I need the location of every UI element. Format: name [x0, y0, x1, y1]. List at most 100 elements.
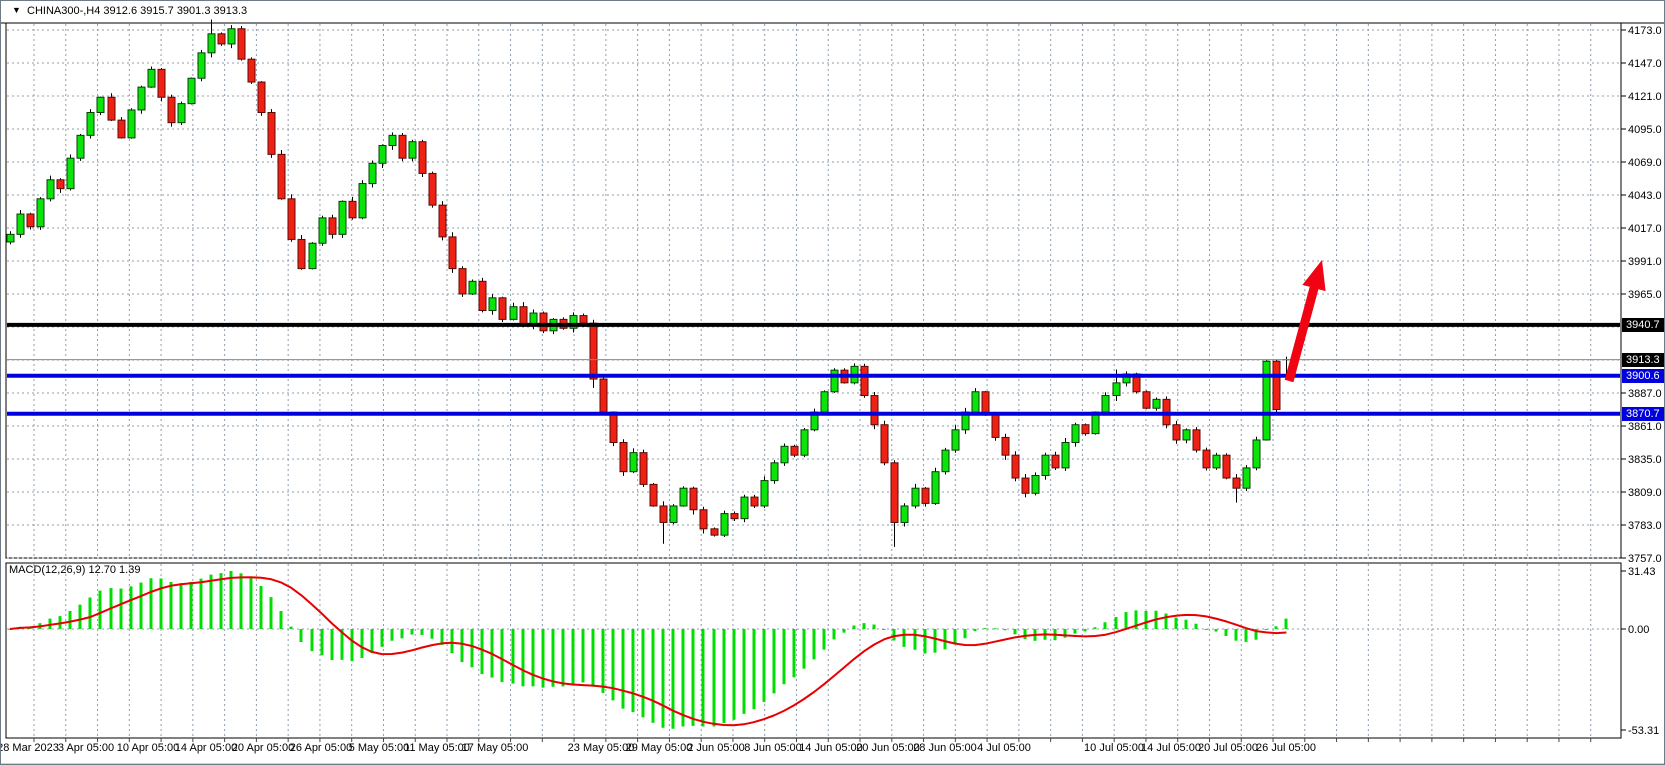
time-axis-label: 28 Mar 2023: [1, 742, 59, 754]
macd-histogram-bar: [1165, 614, 1168, 629]
candle-bullish: [821, 392, 828, 412]
time-axis-label: 20 Jul 05:00: [1198, 742, 1258, 754]
candle-bullish: [339, 201, 346, 234]
price-tag-resistance[interactable]: 3940.7: [1622, 318, 1665, 332]
macd-histogram-bar: [733, 629, 736, 720]
candle-bearish: [1233, 478, 1240, 488]
time-axis-label: 20 Jun 05:00: [856, 742, 920, 754]
symbol-dropdown-icon[interactable]: ▼: [12, 5, 21, 15]
candle-bearish: [891, 463, 898, 523]
price-axis-label: 4121.0: [1628, 91, 1662, 103]
candle-bearish: [922, 488, 929, 503]
candle-bullish: [148, 69, 155, 87]
macd-histogram-bar: [1185, 620, 1188, 629]
main-pane[interactable]: [6, 23, 1621, 558]
macd-histogram-bar: [512, 629, 515, 684]
candle-bullish: [409, 142, 416, 159]
candle-bearish: [268, 113, 275, 155]
chart-title-ohlc: CHINA300-,H4 3912.6 3915.7 3901.3 3913.3: [27, 5, 247, 17]
candle-bearish: [660, 506, 667, 523]
macd-histogram-bar: [210, 575, 213, 629]
macd-histogram-bar: [270, 597, 273, 629]
candle-bearish: [108, 97, 115, 120]
candle-bearish: [590, 323, 597, 379]
time-axis-label: 29 May 05:00: [626, 742, 693, 754]
price-axis-label: 3887.0: [1628, 388, 1662, 400]
macd-histogram-bar: [1094, 627, 1097, 629]
macd-histogram-bar: [431, 629, 434, 639]
macd-histogram-bar: [813, 629, 816, 659]
candle-bearish: [751, 497, 758, 506]
chart-canvas[interactable]: 4173.04147.04121.04095.04069.04043.04017…: [1, 1, 1665, 765]
macd-histogram-bar: [843, 629, 846, 633]
macd-histogram-bar: [873, 625, 876, 629]
candle-bullish: [831, 370, 838, 392]
macd-histogram-bar: [230, 571, 233, 629]
macd-histogram-bar: [411, 629, 414, 635]
macd-histogram-bar: [381, 629, 384, 647]
candle-bearish: [499, 298, 506, 320]
candle-bearish: [439, 205, 446, 237]
macd-histogram-bar: [1285, 619, 1288, 629]
candle-bearish: [329, 218, 336, 235]
candle-bullish: [309, 243, 316, 268]
macd-histogram-bar: [642, 629, 645, 717]
macd-histogram-bar: [250, 578, 253, 629]
price-axis-label: 3783.0: [1628, 520, 1662, 532]
candle-bullish: [1183, 430, 1190, 440]
macd-histogram-bar: [481, 629, 484, 674]
price-axis-label: 4147.0: [1628, 58, 1662, 70]
price-axis-label: 4017.0: [1628, 223, 1662, 235]
candle-bullish: [319, 218, 326, 243]
macd-histogram-bar: [1104, 622, 1107, 629]
candle-bullish: [801, 430, 808, 455]
macd-histogram-bar: [160, 578, 163, 629]
candle-bearish: [640, 453, 647, 485]
price-axis-label: 3835.0: [1628, 454, 1662, 466]
macd-histogram-bar: [280, 611, 283, 629]
candle-bearish: [449, 237, 456, 269]
candle-bearish: [1273, 361, 1280, 409]
candle-bearish: [600, 379, 607, 412]
price-axis-label: 4173.0: [1628, 25, 1662, 37]
price-axis-label: 3757.0: [1628, 553, 1662, 565]
macd-histogram-bar: [652, 629, 655, 723]
macd-histogram-bar: [1245, 629, 1248, 642]
candle-bullish: [510, 307, 517, 320]
candle-bullish: [972, 392, 979, 412]
macd-histogram-bar: [1175, 618, 1178, 629]
price-tag-support-2[interactable]: 3870.7: [1622, 407, 1665, 421]
macd-histogram-bar: [170, 582, 173, 629]
macd-histogram-bar: [984, 628, 987, 629]
candle-bearish: [871, 396, 878, 425]
candle-bearish: [690, 488, 697, 510]
candle-bullish: [389, 135, 396, 145]
macd-histogram-bar: [702, 629, 705, 726]
macd-histogram-bar: [421, 629, 424, 635]
macd-histogram-bar: [1014, 629, 1017, 634]
macd-indicator-label: MACD(12,26,9) 12.70 1.39: [9, 564, 140, 576]
macd-histogram-bar: [311, 629, 314, 651]
macd-histogram-bar: [672, 629, 675, 729]
candle-bullish: [912, 488, 919, 506]
candle-bullish: [1072, 425, 1079, 443]
candle-bearish: [27, 214, 34, 227]
price-tag-support-1[interactable]: 3900.6: [1622, 369, 1665, 383]
candle-bearish: [1012, 455, 1019, 478]
candle-bearish: [118, 120, 125, 138]
macd-histogram-bar: [974, 629, 977, 631]
candle-bullish: [1243, 468, 1250, 488]
price-axis-label: 3809.0: [1628, 487, 1662, 499]
price-axis-label: 4043.0: [1628, 190, 1662, 202]
time-axis-label: 28 Jun 05:00: [913, 742, 977, 754]
candle-bullish: [489, 298, 496, 311]
macd-histogram-bar: [863, 623, 866, 629]
macd-histogram-bar: [150, 578, 153, 629]
macd-histogram-bar: [532, 629, 535, 686]
candle-bullish: [87, 113, 94, 136]
time-axis: 28 Mar 20233 Apr 05:0010 Apr 05:0014 Apr…: [1, 742, 1316, 754]
macd-histogram-bar: [1225, 629, 1228, 636]
candle-bullish: [188, 78, 195, 103]
price-axis-label: 3965.0: [1628, 289, 1662, 301]
macd-histogram-bar: [713, 629, 716, 726]
